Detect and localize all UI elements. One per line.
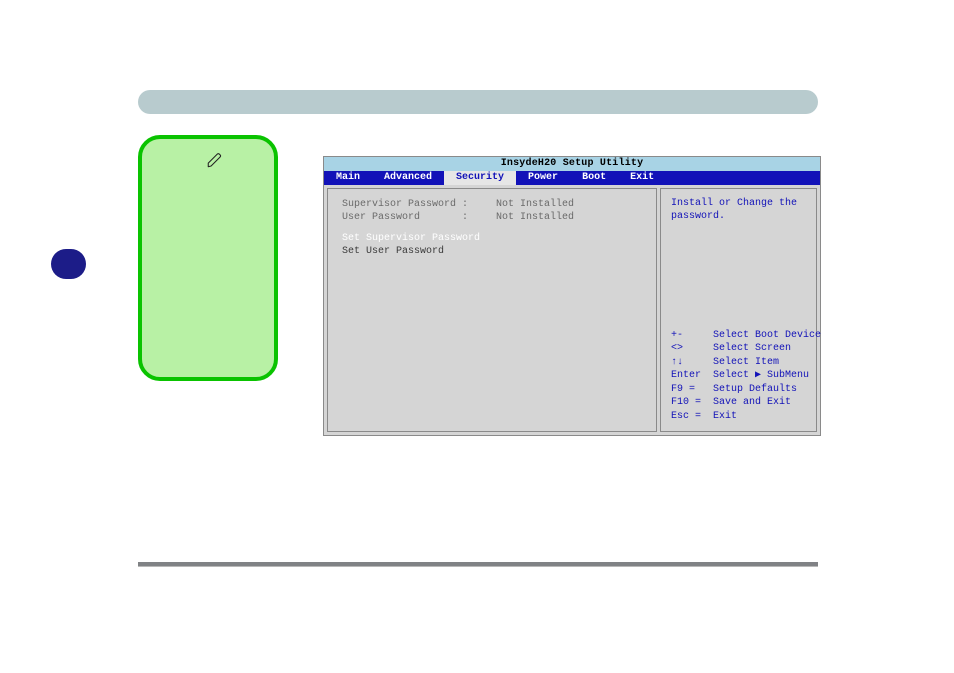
note-callout [138,135,278,381]
row-user-password: User Password : Not Installed [342,212,642,223]
bios-body: Supervisor Password : Not Installed User… [324,185,820,435]
tab-exit[interactable]: Exit [618,171,666,185]
bios-right-pane: Install or Change the password. +- Selec… [660,188,817,432]
tab-advanced[interactable]: Advanced [372,171,444,185]
value-supervisor-password: Not Installed [496,199,574,210]
value-user-password: Not Installed [496,212,574,223]
bios-key-hints: +- Select Boot Device <> Select Screen ↑… [671,329,821,424]
menu-set-user-password[interactable]: Set User Password [342,246,642,257]
bios-left-pane: Supervisor Password : Not Installed User… [327,188,657,432]
label-supervisor-password: Supervisor Password : [342,199,492,210]
page: InsydeH20 Setup Utility Main Advanced Se… [0,0,954,673]
row-supervisor-password: Supervisor Password : Not Installed [342,199,642,210]
bios-tabbar: Main Advanced Security Power Boot Exit [324,171,820,185]
tab-security[interactable]: Security [444,171,516,185]
bios-screenshot: InsydeH20 Setup Utility Main Advanced Se… [323,156,821,436]
tab-power[interactable]: Power [516,171,570,185]
page-header-bar [138,90,818,114]
pencil-icon [206,151,224,169]
tab-boot[interactable]: Boot [570,171,618,185]
tab-main[interactable]: Main [324,171,372,185]
page-divider [138,562,818,566]
side-tag-blue [51,249,86,279]
bios-title: InsydeH20 Setup Utility [324,157,820,171]
bios-help-text: Install or Change the password. [671,197,806,223]
label-user-password: User Password : [342,212,492,223]
menu-set-supervisor-password[interactable]: Set Supervisor Password [342,233,642,244]
